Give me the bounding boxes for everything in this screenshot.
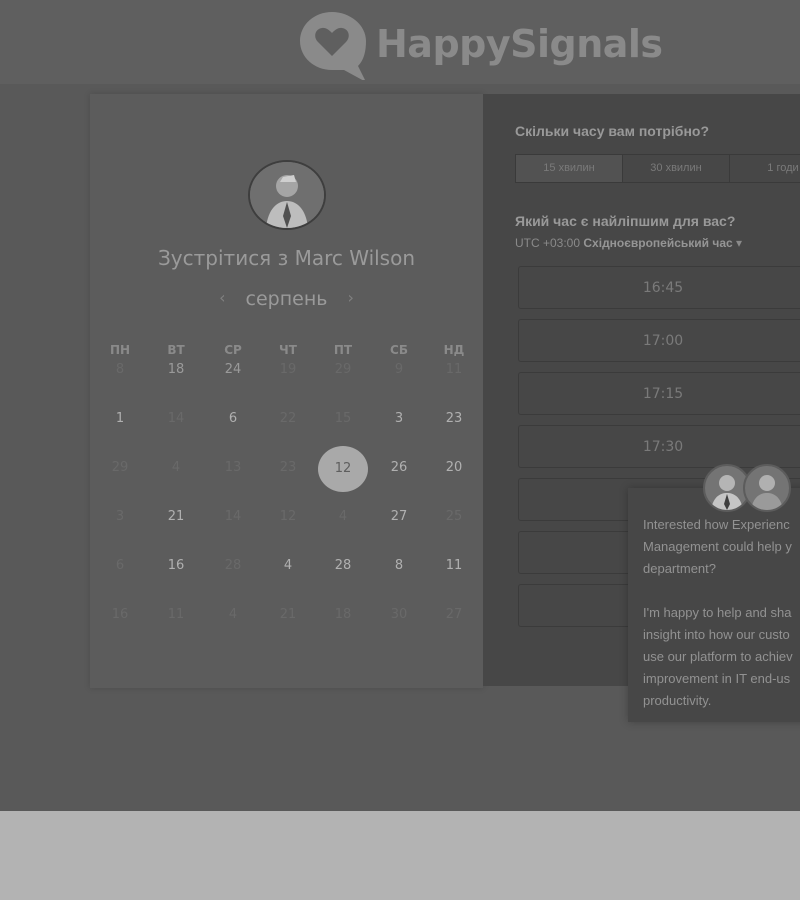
brand-logo[interactable]: HappySignals bbox=[296, 8, 663, 80]
time-slot-button[interactable]: 17:15 bbox=[518, 372, 800, 415]
calendar-day: 4 bbox=[228, 607, 238, 622]
weekday-label: СБ bbox=[390, 343, 408, 357]
calendar-day: 14 bbox=[224, 509, 242, 524]
selected-day[interactable]: 12 bbox=[318, 446, 368, 492]
calendar-day: 19 bbox=[279, 362, 297, 377]
host-name: Marc Wilson bbox=[294, 246, 416, 270]
calendar-day[interactable]: 26 bbox=[379, 460, 419, 475]
calendar-day: 4 bbox=[338, 509, 348, 524]
calendar-day: 11 bbox=[445, 362, 463, 377]
timezone-name: Східноєвропейський час bbox=[583, 236, 733, 250]
weekday-label: ПН bbox=[109, 343, 131, 357]
time-question: Який час є найліпшим для вас? bbox=[515, 213, 736, 229]
next-month-button[interactable]: › bbox=[334, 288, 368, 307]
heart-speech-bubble-icon bbox=[300, 12, 366, 80]
calendar-day: 27 bbox=[445, 607, 463, 622]
header-bar: HappySignals bbox=[0, 0, 800, 84]
month-navigator: ‹ серпень › bbox=[90, 288, 483, 310]
calendar-day[interactable]: 28 bbox=[323, 558, 363, 573]
calendar-day[interactable]: 8 bbox=[379, 558, 419, 573]
calendar-day[interactable]: 11 bbox=[434, 558, 474, 573]
calendar-day[interactable]: 1 bbox=[100, 411, 140, 426]
weekday-label: СР bbox=[224, 343, 242, 357]
calendar-day: 21 bbox=[279, 607, 297, 622]
calendar-day[interactable]: 20 bbox=[434, 460, 474, 475]
calendar-day[interactable]: 27 bbox=[379, 509, 419, 524]
calendar-day: 3 bbox=[115, 509, 125, 524]
footer-area bbox=[0, 811, 800, 900]
duration-selector: 15 хвилин 30 хвилин 1 годи bbox=[515, 154, 800, 183]
calendar-day: 15 bbox=[334, 411, 352, 426]
calendar-day: 12 bbox=[279, 509, 297, 524]
calendar-day: 16 bbox=[111, 607, 129, 622]
weekday-label: НД bbox=[443, 343, 465, 357]
calendar-day: 9 bbox=[394, 362, 404, 377]
calendar-day: 23 bbox=[279, 460, 297, 475]
calendar-card: Зустрітися з Marc Wilson ‹ серпень › ПН В… bbox=[90, 94, 483, 688]
duration-option[interactable]: 30 хвилин bbox=[623, 155, 730, 182]
chat-avatars[interactable] bbox=[703, 464, 791, 512]
time-slot-button[interactable]: 17:00 bbox=[518, 319, 800, 362]
meeting-title: Зустрітися з Marc Wilson bbox=[90, 246, 483, 270]
calendar-day: 22 bbox=[279, 411, 297, 426]
calendar-day[interactable]: 18 bbox=[156, 362, 196, 377]
calendar-day[interactable]: 21 bbox=[156, 509, 196, 524]
time-slot-button[interactable]: 17:30 bbox=[518, 425, 800, 468]
weekday-label: ПТ bbox=[333, 343, 353, 357]
calendar-day[interactable]: 23 bbox=[434, 411, 474, 426]
calendar-day[interactable]: 6 bbox=[213, 411, 253, 426]
calendar-day: 11 bbox=[167, 607, 185, 622]
agent-avatar bbox=[743, 464, 791, 512]
chat-message: Interested how Experienc Management coul… bbox=[643, 517, 793, 708]
weekday-label: ВТ bbox=[167, 343, 185, 357]
calendar-day[interactable]: 3 bbox=[379, 411, 419, 426]
prev-month-button[interactable]: ‹ bbox=[205, 288, 239, 307]
meeting-title-prefix: Зустрітися з bbox=[157, 246, 289, 270]
duration-option[interactable]: 15 хвилин bbox=[516, 155, 623, 182]
calendar-day: 8 bbox=[115, 362, 125, 377]
calendar-day: 30 bbox=[390, 607, 408, 622]
person-icon bbox=[751, 475, 783, 510]
host-avatar bbox=[248, 160, 326, 230]
time-slot-button[interactable]: 16:45 bbox=[518, 266, 800, 309]
duration-option[interactable]: 1 годи bbox=[730, 155, 800, 182]
calendar-day: 28 bbox=[224, 558, 242, 573]
calendar-day: 6 bbox=[115, 558, 125, 573]
weekday-label: ЧТ bbox=[279, 343, 297, 357]
calendar-day: 18 bbox=[334, 607, 352, 622]
calendar-day: 14 bbox=[167, 411, 185, 426]
chat-popup[interactable]: Interested how Experienc Management coul… bbox=[628, 488, 800, 722]
brand-name: HappySignals bbox=[376, 22, 663, 66]
calendar-day: 29 bbox=[334, 362, 352, 377]
timezone-selector[interactable]: UTC +03:00 Східноєвропейський час ▾ bbox=[515, 236, 742, 250]
calendar-day[interactable]: 4 bbox=[268, 558, 308, 573]
calendar-day: 29 bbox=[111, 460, 129, 475]
duration-question: Скільки часу вам потрібно? bbox=[515, 123, 710, 139]
calendar-day: 13 bbox=[224, 460, 242, 475]
timezone-offset: UTC +03:00 bbox=[515, 236, 581, 250]
calendar-day: 4 bbox=[171, 460, 181, 475]
month-label: серпень bbox=[245, 288, 328, 310]
calendar-day[interactable]: 16 bbox=[156, 558, 196, 573]
calendar-day[interactable]: 24 bbox=[213, 362, 253, 377]
person-icon bbox=[250, 162, 324, 228]
calendar-day: 25 bbox=[445, 509, 463, 524]
chevron-down-icon: ▾ bbox=[736, 236, 743, 250]
